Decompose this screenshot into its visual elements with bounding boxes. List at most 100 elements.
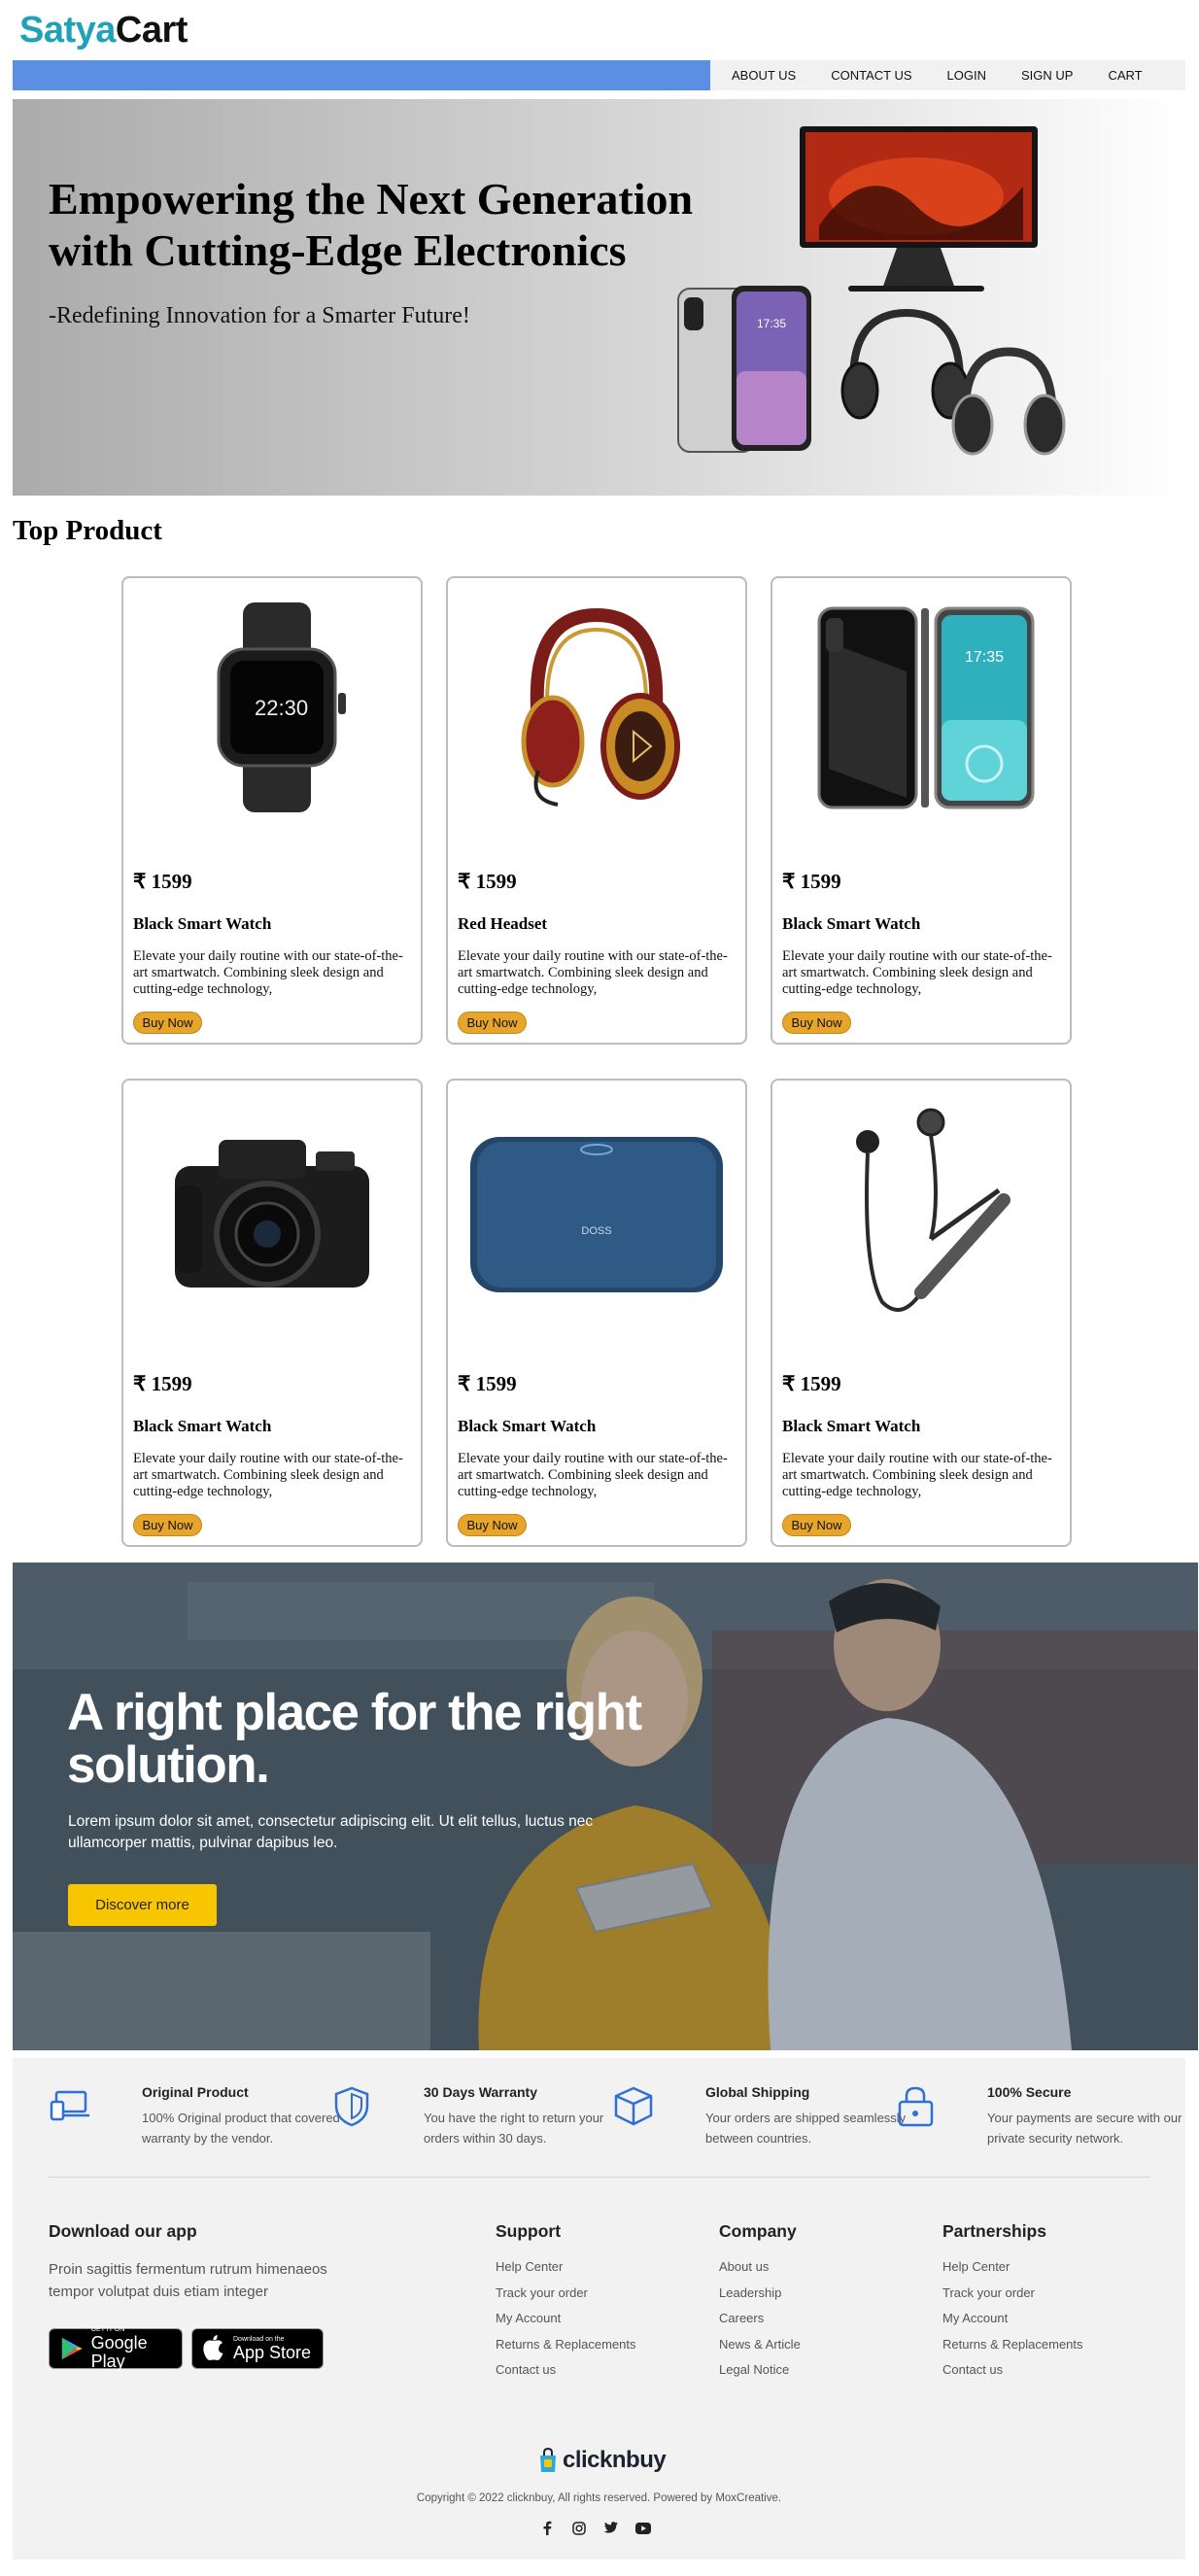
footer-link[interactable]: Help Center <box>496 2259 636 2285</box>
product-card[interactable]: ₹ 1599 Red Headset Elevate your daily ro… <box>446 576 747 1045</box>
footer-brand[interactable]: clicknbuy <box>537 2447 667 2474</box>
discover-more-button[interactable]: Discover more <box>68 1884 217 1926</box>
section-title-top-product: Top Product <box>13 515 162 546</box>
feature-title: Original Product <box>142 2084 249 2100</box>
nav-about-us[interactable]: ABOUT US <box>732 68 796 83</box>
svg-text:22:30: 22:30 <box>255 696 308 720</box>
footer: Original Product 100% Original product t… <box>13 2058 1185 2559</box>
shopping-bag-icon <box>540 2448 556 2472</box>
product-name: Red Headset <box>458 914 548 933</box>
buy-now-button[interactable]: Buy Now <box>782 1012 851 1034</box>
svg-text:17:35: 17:35 <box>965 649 1004 666</box>
app-store-button[interactable]: Download on the App Store <box>191 2328 324 2369</box>
smartphone-image: 17:35 <box>772 596 1070 819</box>
product-price: ₹ 1599 <box>782 870 841 893</box>
box-icon <box>614 2086 653 2126</box>
feature-description: You have the right to return your orders… <box>424 2111 604 2146</box>
product-description: Elevate your daily routine with our stat… <box>782 948 1052 997</box>
product-name: Black Smart Watch <box>458 1417 597 1435</box>
hero-banner: Empowering the Next Generation with Cutt… <box>13 99 1185 496</box>
camera-image <box>123 1098 421 1322</box>
promo-title: A right place for the right solution. <box>67 1684 642 1794</box>
footer-link[interactable]: News & Article <box>719 2337 801 2363</box>
product-description: Elevate your daily routine with our stat… <box>458 948 728 997</box>
feature-description: Your payments are secure with our privat… <box>987 2111 1182 2146</box>
promo-text: Lorem ipsum dolor sit amet, consectetur … <box>68 1813 594 1851</box>
lock-icon <box>898 2086 934 2127</box>
footer-link[interactable]: Returns & Replacements <box>942 2337 1083 2363</box>
feature-title: 30 Days Warranty <box>424 2084 537 2100</box>
buy-now-button[interactable]: Buy Now <box>133 1012 202 1034</box>
smartwatch-image: 22:30 <box>123 596 421 819</box>
product-description: Elevate your daily routine with our stat… <box>133 1451 403 1499</box>
product-price: ₹ 1599 <box>458 1372 517 1395</box>
feature-title: Global Shipping <box>705 2084 810 2100</box>
product-card[interactable]: 22:30 ₹ 1599 Black Smart Watch Elevate y… <box>121 576 423 1045</box>
monitor-image <box>800 126 1038 292</box>
hero-title: Empowering the Next Generation with Cutt… <box>49 174 694 275</box>
nav-links: ABOUT US CONTACT US LOGIN SIGN UP CART <box>710 60 1185 90</box>
youtube-icon[interactable] <box>634 2520 651 2536</box>
navbar: ABOUT US CONTACT US LOGIN SIGN UP CART <box>13 60 1185 90</box>
nav-contact-us[interactable]: CONTACT US <box>831 68 911 83</box>
footer-divider <box>49 2177 1150 2178</box>
footer-link[interactable]: My Account <box>496 2311 636 2337</box>
speaker-image: DOSS <box>448 1098 745 1322</box>
product-description: Elevate your daily routine with our stat… <box>782 1451 1052 1499</box>
footer-brand-name: clicknbuy <box>563 2447 667 2473</box>
headphones-image <box>840 308 970 420</box>
site-logo[interactable]: SatyaCart <box>19 10 188 52</box>
partnerships-links: Help Center Track your order My Account … <box>942 2259 1083 2388</box>
twitter-icon[interactable] <box>602 2520 619 2536</box>
footer-link[interactable]: Help Center <box>942 2259 1083 2285</box>
google-play-big-text: Google Play <box>90 2333 148 2371</box>
buy-now-button[interactable]: Buy Now <box>133 1514 202 1536</box>
support-links: Help Center Track your order My Account … <box>496 2259 636 2388</box>
buy-now-button[interactable]: Buy Now <box>782 1514 851 1536</box>
footer-link[interactable]: My Account <box>942 2311 1083 2337</box>
company-column-title: Company <box>719 2221 797 2241</box>
footer-link[interactable]: Careers <box>719 2311 801 2337</box>
footer-link[interactable]: Contact us <box>496 2362 636 2388</box>
headphones-image-2 <box>951 347 1066 456</box>
footer-link[interactable]: About us <box>719 2259 801 2285</box>
google-play-button[interactable]: GET IT ON Google Play <box>49 2326 183 2371</box>
svg-text:17:35: 17:35 <box>757 317 786 330</box>
footer-link[interactable]: Leadership <box>719 2285 801 2312</box>
promo-background-image <box>13 1563 1198 2050</box>
product-name: Black Smart Watch <box>133 914 272 933</box>
support-column-title: Support <box>496 2221 562 2241</box>
social-links <box>538 2520 651 2536</box>
footer-link[interactable]: Contact us <box>942 2362 1083 2388</box>
company-links: About us Leadership Careers News & Artic… <box>719 2259 801 2388</box>
google-play-icon <box>61 2337 83 2360</box>
apple-icon <box>203 2335 223 2360</box>
product-name: Black Smart Watch <box>133 1417 272 1435</box>
buy-now-button[interactable]: Buy Now <box>458 1012 527 1034</box>
nav-blue-bar <box>13 60 710 90</box>
footer-link[interactable]: Legal Notice <box>719 2362 801 2388</box>
app-store-big-text: App Store <box>233 2342 312 2362</box>
hero-electronics-image: 17:35 <box>677 126 1066 456</box>
nav-sign-up[interactable]: SIGN UP <box>1021 68 1073 83</box>
product-price: ₹ 1599 <box>133 870 192 893</box>
product-price: ₹ 1599 <box>133 1372 192 1395</box>
shield-icon <box>334 2086 369 2127</box>
instagram-icon[interactable] <box>570 2520 587 2536</box>
footer-link[interactable]: Track your order <box>496 2285 636 2312</box>
footer-link[interactable]: Track your order <box>942 2285 1083 2312</box>
buy-now-button[interactable]: Buy Now <box>458 1514 527 1536</box>
nav-login[interactable]: LOGIN <box>947 68 986 83</box>
product-description: Elevate your daily routine with our stat… <box>458 1451 728 1499</box>
partnerships-column-title: Partnerships <box>942 2221 1046 2241</box>
product-card[interactable]: ₹ 1599 Black Smart Watch Elevate your da… <box>121 1079 423 1547</box>
feature-description: Your orders are shipped seamlessly betwe… <box>705 2111 907 2146</box>
product-card[interactable]: DOSS ₹ 1599 Black Smart Watch Elevate yo… <box>446 1079 747 1547</box>
product-card[interactable]: ₹ 1599 Black Smart Watch Elevate your da… <box>771 1079 1072 1547</box>
product-card[interactable]: 17:35 ₹ 1599 Black Smart Watch Elevate y… <box>771 576 1072 1045</box>
svg-text:DOSS: DOSS <box>581 1225 611 1237</box>
facebook-icon[interactable] <box>538 2520 555 2536</box>
product-description: Elevate your daily routine with our stat… <box>133 948 403 997</box>
nav-cart[interactable]: CART <box>1108 68 1142 83</box>
footer-link[interactable]: Returns & Replacements <box>496 2337 636 2363</box>
